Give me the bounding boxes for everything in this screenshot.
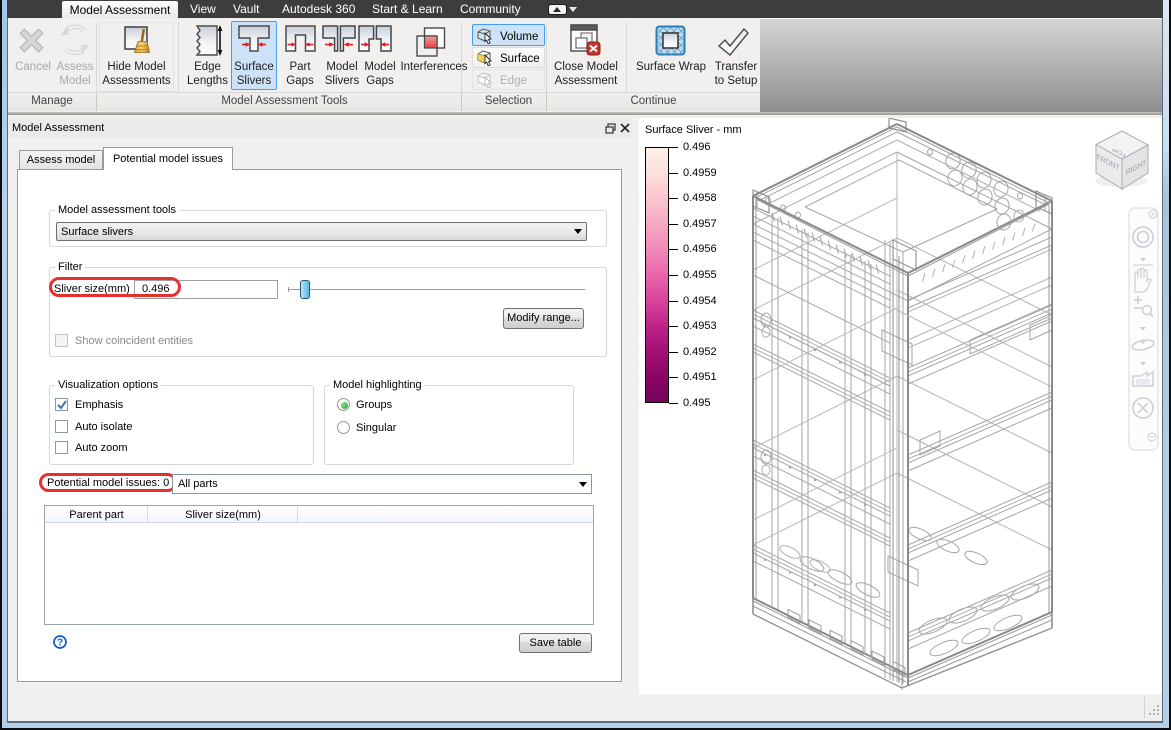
svg-text:?: ? — [57, 638, 63, 649]
